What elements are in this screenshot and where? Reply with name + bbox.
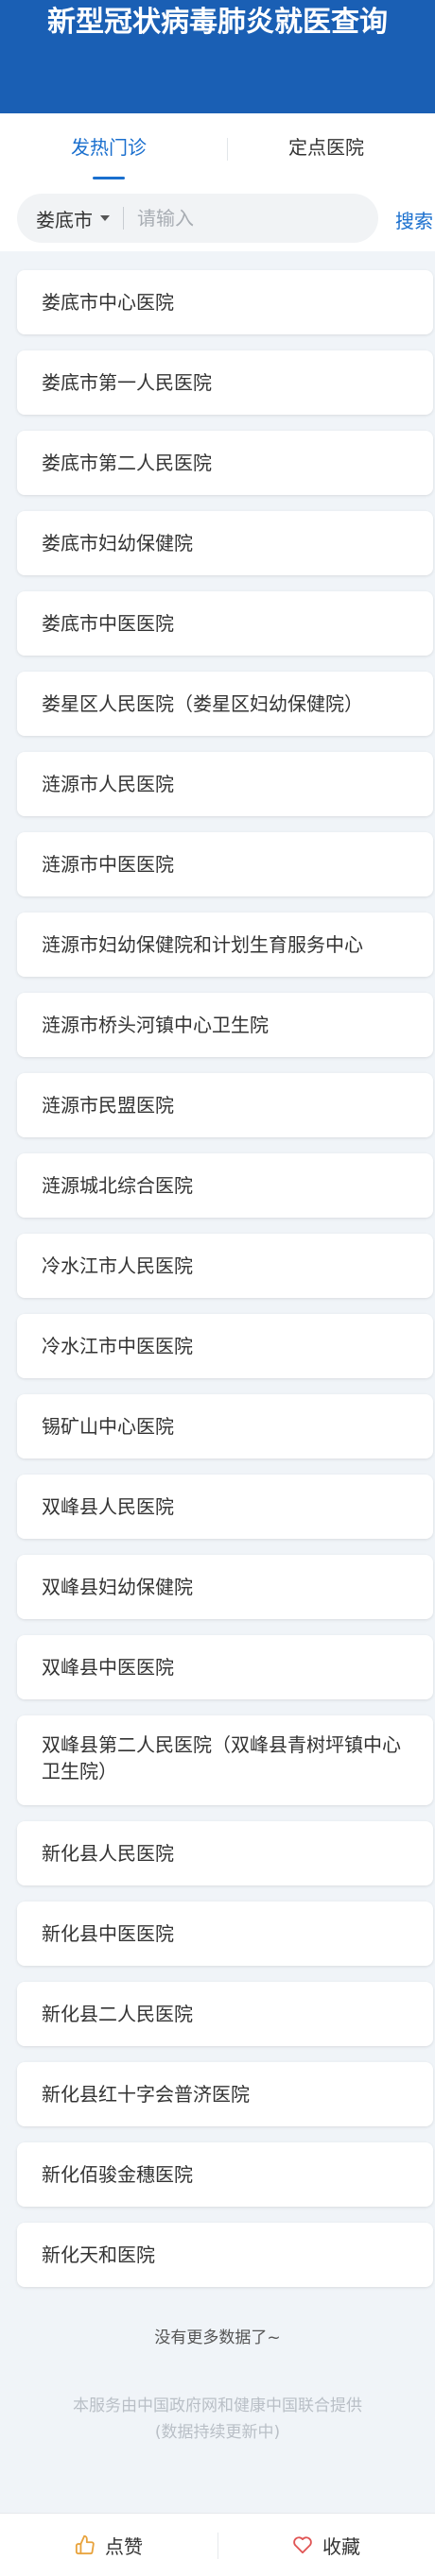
hospital-name: 娄底市第一人民医院 — [42, 371, 212, 394]
list-end-text: 没有更多数据了~ — [154, 2329, 281, 2347]
hospital-name: 涟源市民盟医院 — [42, 1094, 174, 1117]
hospital-card[interactable]: 冷水江市中医医院 — [17, 1314, 433, 1378]
hospital-card[interactable]: 新化县中医医院 — [17, 1902, 433, 1966]
footer-bar: 点赞 收藏 — [0, 2513, 435, 2576]
hospital-name: 新化县二人民医院 — [42, 2003, 193, 2025]
hospital-name: 娄底市妇幼保健院 — [42, 532, 193, 554]
hospital-name: 新化县人民医院 — [42, 1842, 174, 1865]
hospital-name: 双峰县人民医院 — [42, 1495, 174, 1518]
hospital-card[interactable]: 涟源市妇幼保健院和计划生育服务中心 — [17, 913, 433, 977]
hospital-name: 新化县红十字会普济医院 — [42, 2083, 250, 2106]
hospital-card[interactable]: 涟源市人民医院 — [17, 752, 433, 816]
hospital-card[interactable]: 涟源市中医医院 — [17, 832, 433, 896]
page-title: 新型冠状病毒肺炎就医查询 — [47, 6, 388, 39]
hospital-name: 涟源城北综合医院 — [42, 1174, 193, 1197]
hospital-card[interactable]: 娄底市第二人民医院 — [17, 431, 433, 495]
hospital-name: 新化县中医医院 — [42, 1922, 174, 1945]
hospital-card[interactable]: 娄星区人民医院（娄星区妇幼保健院） — [17, 672, 433, 736]
provider-note: 本服务由中国政府网和健康中国联合提供 (数据持续更新中) — [0, 2393, 435, 2446]
hospital-name: 双峰县妇幼保健院 — [42, 1576, 193, 1598]
hospital-name: 涟源市桥头河镇中心卫生院 — [42, 1014, 269, 1036]
favorite-button[interactable]: 收藏 — [218, 2514, 435, 2576]
hospital-card[interactable]: 冷水江市人民医院 — [17, 1234, 433, 1298]
tab-bar: 发热门诊 定点医院 — [0, 113, 435, 187]
hospital-name: 娄底市第二人民医院 — [42, 452, 212, 474]
hospital-card[interactable]: 新化县红十字会普济医院 — [17, 2062, 433, 2126]
hospital-card[interactable]: 新化县人民医院 — [17, 1821, 433, 1885]
city-dropdown[interactable]: 娄底市 — [17, 194, 123, 243]
hospital-card[interactable]: 娄底市妇幼保健院 — [17, 511, 433, 575]
hospital-card[interactable]: 娄底市中医医院 — [17, 591, 433, 656]
hospital-card[interactable]: 涟源市桥头河镇中心卫生院 — [17, 993, 433, 1057]
search-box: 娄底市 — [17, 194, 378, 243]
search-button[interactable]: 搜索 — [395, 206, 433, 233]
hospital-name: 双峰县中医医院 — [42, 1656, 174, 1679]
hospital-name: 娄星区人民医院（娄星区妇幼保健院） — [42, 692, 363, 715]
tab-fever-clinic[interactable]: 发热门诊 — [0, 113, 218, 187]
hospital-card[interactable]: 新化县二人民医院 — [17, 1982, 433, 2046]
hospital-name: 冷水江市中医医院 — [42, 1335, 193, 1357]
hospital-card[interactable]: 娄底市第一人民医院 — [17, 350, 433, 415]
tab-designated-hospital[interactable]: 定点医院 — [218, 113, 435, 187]
city-dropdown-value: 娄底市 — [36, 208, 93, 231]
heart-icon — [293, 2536, 312, 2554]
hospital-name: 涟源市妇幼保健院和计划生育服务中心 — [42, 933, 363, 956]
hospital-name: 娄底市中心医院 — [42, 291, 174, 314]
hospital-name: 涟源市中医医院 — [42, 853, 174, 876]
active-tab-indicator — [93, 177, 125, 179]
hospital-name: 新化佰骏金穗医院 — [42, 2163, 193, 2186]
hospital-card[interactable]: 双峰县中医医院 — [17, 1635, 433, 1699]
hospital-card[interactable]: 新化天和医院 — [17, 2223, 433, 2287]
hospital-name: 双峰县第二人民医院（双峰县青树坪镇中心卫生院） — [42, 1733, 401, 1783]
hospital-name: 冷水江市人民医院 — [42, 1254, 193, 1277]
hospital-card[interactable]: 新化佰骏金穗医院 — [17, 2142, 433, 2207]
hospital-name: 新化天和医院 — [42, 2243, 155, 2266]
hospital-name: 涟源市人民医院 — [42, 773, 174, 795]
hospital-card[interactable]: 涟源市民盟医院 — [17, 1073, 433, 1137]
hospital-card[interactable]: 锡矿山中心医院 — [17, 1394, 433, 1459]
hospital-card[interactable]: 涟源城北综合医院 — [17, 1153, 433, 1218]
like-button[interactable]: 点赞 — [0, 2514, 218, 2576]
hospital-card[interactable]: 双峰县人民医院 — [17, 1475, 433, 1539]
caret-down-icon — [100, 215, 110, 221]
provider-line: 本服务由中国政府网和健康中国联合提供 — [73, 2397, 362, 2415]
favorite-label: 收藏 — [322, 2534, 360, 2558]
tab-label: 定点医院 — [288, 136, 364, 159]
hospital-card[interactable]: 双峰县第二人民医院（双峰县青树坪镇中心卫生院） — [17, 1715, 433, 1805]
search-bar: 娄底市 搜索 — [0, 187, 435, 251]
hospital-card[interactable]: 娄底市中心医院 — [17, 270, 433, 334]
like-label: 点赞 — [105, 2534, 143, 2558]
search-input[interactable] — [124, 194, 378, 243]
hospital-name: 娄底市中医医院 — [42, 612, 174, 635]
hospital-card[interactable]: 双峰县妇幼保健院 — [17, 1555, 433, 1619]
header: 新型冠状病毒肺炎就医查询 — [0, 0, 435, 113]
thumbs-up-icon — [75, 2534, 95, 2555]
hospital-name: 锡矿山中心医院 — [42, 1415, 174, 1438]
tab-label: 发热门诊 — [71, 136, 147, 159]
update-note: (数据持续更新中) — [154, 2423, 281, 2442]
tab-divider — [227, 138, 228, 161]
